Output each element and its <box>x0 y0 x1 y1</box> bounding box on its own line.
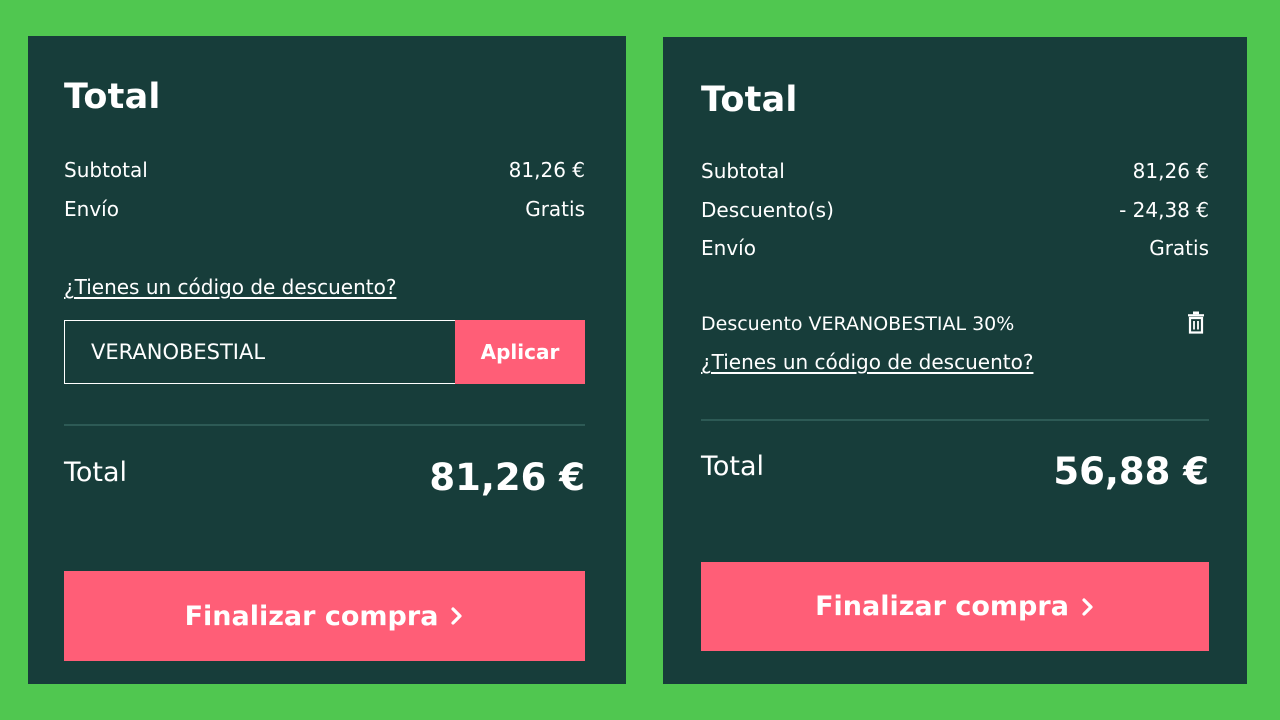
shipping-label: Envío <box>64 197 119 221</box>
discount-code-link[interactable]: ¿Tienes un código de descuento? <box>701 352 1033 372</box>
applied-discount-label: Descuento VERANOBESTIAL 30% <box>701 313 1015 335</box>
discounts-label: Descuento(s) <box>701 198 834 222</box>
discount-code-input[interactable] <box>64 320 456 384</box>
discount-code-link[interactable]: ¿Tienes un código de descuento? <box>64 277 396 297</box>
summary-title: Total <box>701 80 798 120</box>
chevron-right-icon <box>1081 597 1095 617</box>
checkout-button[interactable]: Finalizar compra <box>701 562 1209 651</box>
summary-title: Total <box>64 77 161 117</box>
total-value: 56,88 € <box>1053 450 1209 493</box>
discounts-value: - 24,38 € <box>1119 198 1209 222</box>
chevron-right-icon <box>450 606 464 626</box>
divider <box>64 424 585 426</box>
order-summary-panel-right: Total Subtotal 81,26 € Descuento(s) - 24… <box>663 37 1247 684</box>
checkout-button-label: Finalizar compra <box>815 591 1069 622</box>
trash-icon[interactable] <box>1185 311 1207 335</box>
checkout-button[interactable]: Finalizar compra <box>64 571 585 661</box>
total-label: Total <box>701 451 765 482</box>
divider <box>701 419 1209 421</box>
subtotal-value: 81,26 € <box>1132 159 1209 183</box>
subtotal-value: 81,26 € <box>508 158 585 182</box>
order-summary-panel-left: Total Subtotal 81,26 € Envío Gratis ¿Tie… <box>28 36 626 684</box>
subtotal-label: Subtotal <box>64 158 148 182</box>
checkout-button-label: Finalizar compra <box>184 600 439 632</box>
shipping-value: Gratis <box>1149 236 1209 260</box>
shipping-value: Gratis <box>525 197 585 221</box>
total-label: Total <box>64 457 128 488</box>
total-value: 81,26 € <box>429 456 585 499</box>
shipping-label: Envío <box>701 236 756 260</box>
apply-discount-button[interactable]: Aplicar <box>455 320 585 384</box>
subtotal-label: Subtotal <box>701 159 785 183</box>
